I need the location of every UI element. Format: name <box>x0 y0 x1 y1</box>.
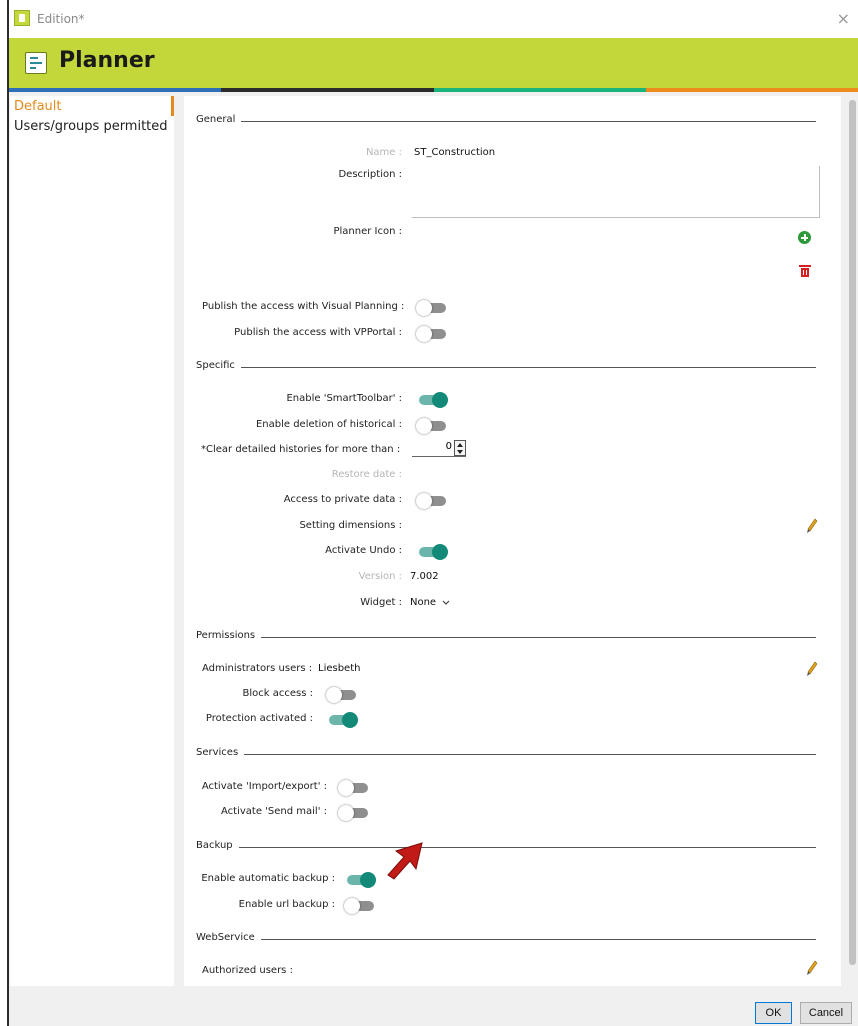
window-title: Edition* <box>37 12 85 26</box>
sidebar-item-default[interactable]: Default <box>10 96 174 116</box>
import-export-label: Activate 'Import/export' : <box>201 781 327 792</box>
clear-histories-label: *Clear detailed histories for more than … <box>201 444 401 455</box>
description-label: Description : <box>338 169 402 180</box>
section-rule <box>196 754 816 755</box>
url-backup-label: Enable url backup : <box>238 899 335 910</box>
stripe-segment <box>645 88 858 92</box>
version-value: 7.002 <box>410 571 439 582</box>
scrollbar-thumb[interactable] <box>849 100 856 965</box>
widget-label: Widget : <box>360 597 402 608</box>
publish-portal-toggle[interactable] <box>416 326 446 342</box>
app-icon <box>14 10 30 26</box>
section-title: Services <box>196 747 245 758</box>
import-export-toggle[interactable] <box>338 780 368 796</box>
publish-portal-label: Publish the access with VPPortal : <box>234 327 402 338</box>
sidebar-item-users-groups[interactable]: Users/groups permitted <box>10 116 174 136</box>
stripe-segment <box>433 88 646 92</box>
pencil-icon[interactable] <box>806 960 818 976</box>
setting-dimensions-label: Setting dimensions : <box>299 520 402 531</box>
publish-vp-toggle[interactable] <box>416 300 446 316</box>
deletion-historical-label: Enable deletion of historical : <box>255 419 402 430</box>
pencil-icon[interactable] <box>806 661 818 677</box>
title-bar: Edition* × <box>9 0 858 38</box>
restore-date-label: Restore date : <box>331 469 402 480</box>
send-mail-label: Activate 'Send mail' : <box>221 806 327 817</box>
activate-undo-toggle[interactable] <box>419 544 448 560</box>
version-label: Version : <box>358 571 402 582</box>
smart-toolbar-label: Enable 'SmartToolbar' : <box>286 393 402 404</box>
section-permissions: Permissions <box>196 630 816 646</box>
description-field[interactable] <box>412 166 820 218</box>
color-stripe <box>9 88 858 92</box>
section-services: Services <box>196 747 816 763</box>
chevron-down-icon[interactable] <box>442 600 450 606</box>
sidebar: Default Users/groups permitted <box>10 96 174 986</box>
auto-backup-label: Enable automatic backup : <box>201 873 335 884</box>
section-webservice: WebService <box>196 932 816 948</box>
name-value: ST_Construction <box>414 147 496 158</box>
section-specific: Specific <box>196 360 816 376</box>
section-title: Backup <box>196 840 239 851</box>
section-title: Specific <box>196 360 241 371</box>
section-title: General <box>196 114 242 125</box>
app-name: Planner <box>59 48 155 73</box>
stripe-segment <box>221 88 434 92</box>
section-rule <box>196 637 816 638</box>
auto-backup-toggle[interactable] <box>347 872 376 888</box>
planner-icon-label: Planner Icon : <box>333 226 402 237</box>
block-access-toggle[interactable] <box>326 687 356 703</box>
red-arrow-annotation <box>387 842 423 880</box>
authorized-users-label: Authorized users : <box>202 965 293 976</box>
publish-vp-label: Publish the access with Visual Planning … <box>202 301 405 312</box>
admin-users-label: Administrators users : <box>202 663 313 674</box>
deletion-historical-toggle[interactable] <box>416 418 446 434</box>
private-data-toggle[interactable] <box>416 493 446 509</box>
section-rule <box>196 847 816 848</box>
admin-users-value: Liesbeth <box>318 663 361 674</box>
ok-button[interactable]: OK <box>755 1002 792 1024</box>
section-rule <box>196 939 816 940</box>
activate-undo-label: Activate Undo : <box>325 545 402 556</box>
private-data-label: Access to private data : <box>283 494 402 505</box>
protection-toggle[interactable] <box>329 712 358 728</box>
clear-histories-stepper[interactable]: 0 <box>412 439 466 457</box>
clear-histories-value: 0 <box>445 441 452 452</box>
close-icon[interactable]: × <box>837 9 850 28</box>
smart-toolbar-toggle[interactable] <box>419 392 448 408</box>
stripe-segment <box>9 88 222 92</box>
planner-icon <box>25 52 47 74</box>
send-mail-toggle[interactable] <box>338 805 368 821</box>
cancel-button[interactable]: Cancel <box>800 1002 852 1024</box>
section-rule <box>196 367 816 368</box>
name-label: Name : <box>365 147 402 158</box>
section-rule <box>196 121 816 122</box>
section-title: WebService <box>196 932 261 943</box>
section-backup: Backup <box>196 840 816 856</box>
widget-select[interactable]: None <box>410 597 436 608</box>
trash-icon[interactable] <box>799 265 811 277</box>
url-backup-toggle[interactable] <box>344 898 374 914</box>
stepper-arrows-icon[interactable] <box>454 440 466 456</box>
protection-label: Protection activated : <box>205 713 313 724</box>
section-general: General <box>196 114 816 130</box>
section-title: Permissions <box>196 630 262 641</box>
add-icon[interactable] <box>798 231 811 244</box>
block-access-label: Block access : <box>242 688 313 699</box>
settings-panel: General Name : ST_Construction Descripti… <box>184 96 841 986</box>
pencil-icon[interactable] <box>806 518 818 534</box>
app-banner: Planner <box>9 38 858 88</box>
